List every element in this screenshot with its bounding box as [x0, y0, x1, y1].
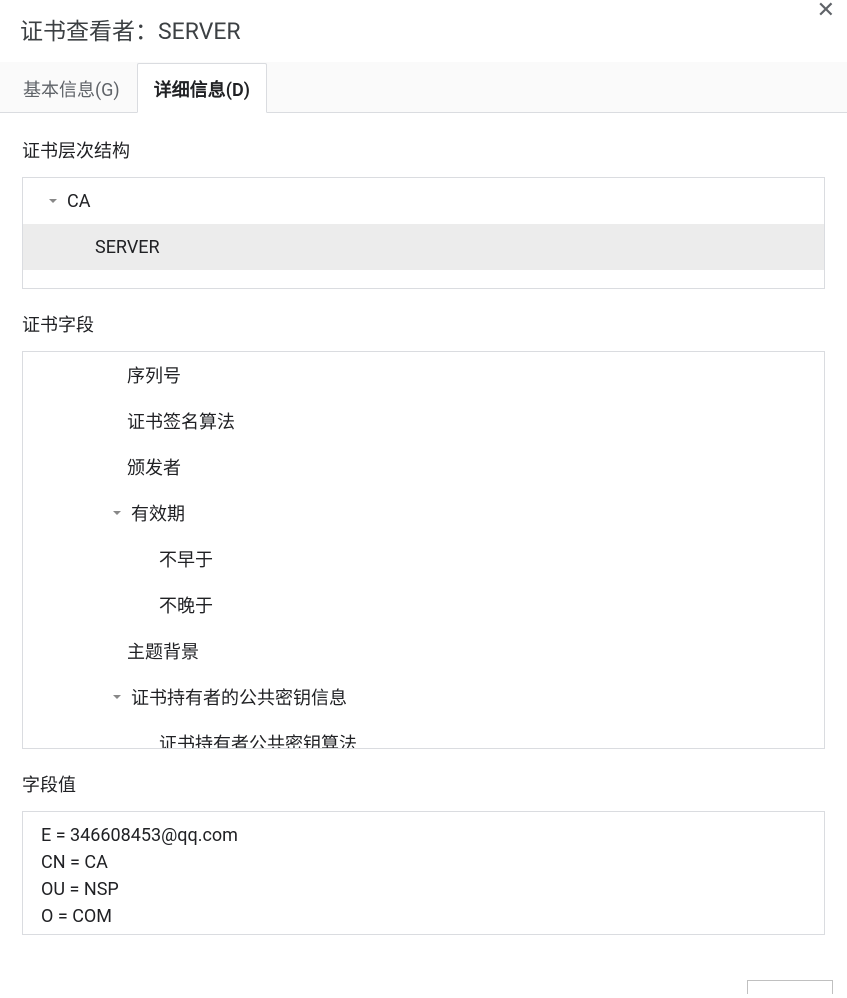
chevron-down-icon[interactable]	[109, 505, 125, 521]
field-value-box[interactable]: E = 346608453@qq.com CN = CA OU = NSP O …	[22, 811, 825, 935]
field-label: 颁发者	[127, 454, 181, 480]
field-pubkey-algo[interactable]: 证书持有者公共密钥算法	[23, 720, 824, 749]
chevron-down-icon[interactable]	[45, 193, 61, 209]
value-line: E = 346608453@qq.com	[41, 822, 806, 849]
field-serial-number[interactable]: 序列号	[23, 352, 824, 398]
tree-row-ca[interactable]: CA	[23, 178, 824, 224]
dialog-title: 证书查看者：SERVER	[20, 12, 827, 46]
fields-tree[interactable]: 序列号 证书签名算法 颁发者 有效期 不早于 不晚于 主题背景 证书持有者的公共…	[22, 351, 825, 749]
hierarchy-tree[interactable]: CA SERVER	[22, 177, 825, 289]
field-not-before[interactable]: 不早于	[23, 536, 824, 582]
value-line: O = COM	[41, 903, 806, 930]
tab-bar: 基本信息(G) 详细信息(D)	[0, 62, 847, 113]
field-label: 序列号	[127, 362, 181, 388]
tree-label: CA	[67, 191, 90, 212]
field-label: 证书持有者公共密钥算法	[159, 730, 357, 749]
field-label: 有效期	[131, 500, 185, 526]
hierarchy-label: 证书层次结构	[22, 137, 825, 163]
field-not-after[interactable]: 不晚于	[23, 582, 824, 628]
fields-label: 证书字段	[22, 311, 825, 337]
value-line: OU = NSP	[41, 876, 806, 903]
field-label: 证书持有者的公共密钥信息	[131, 684, 347, 710]
value-line: L = SZ	[41, 930, 806, 935]
field-issuer[interactable]: 颁发者	[23, 444, 824, 490]
value-line: CN = CA	[41, 849, 806, 876]
details-content: 证书层次结构 CA SERVER 证书字段 序列号 证书签名算法 颁发者 有效期	[0, 113, 847, 943]
button-stub[interactable]	[747, 980, 833, 994]
field-label: 主题背景	[127, 638, 199, 664]
field-label: 不早于	[159, 546, 213, 572]
field-label: 证书签名算法	[127, 408, 235, 434]
value-label: 字段值	[22, 771, 825, 797]
close-icon[interactable]: ✕	[817, 0, 835, 22]
field-pubkey-info[interactable]: 证书持有者的公共密钥信息	[23, 674, 824, 720]
field-label: 不晚于	[159, 592, 213, 618]
bottom-bar	[747, 976, 833, 998]
tab-details[interactable]: 详细信息(D)	[137, 63, 267, 113]
chevron-down-icon[interactable]	[109, 689, 125, 705]
field-subject[interactable]: 主题背景	[23, 628, 824, 674]
dialog-header: ✕ 证书查看者：SERVER	[0, 0, 847, 62]
field-validity[interactable]: 有效期	[23, 490, 824, 536]
tree-label: SERVER	[95, 237, 160, 258]
tree-row-server[interactable]: SERVER	[23, 224, 824, 270]
tab-general[interactable]: 基本信息(G)	[6, 63, 137, 113]
field-sig-algo[interactable]: 证书签名算法	[23, 398, 824, 444]
